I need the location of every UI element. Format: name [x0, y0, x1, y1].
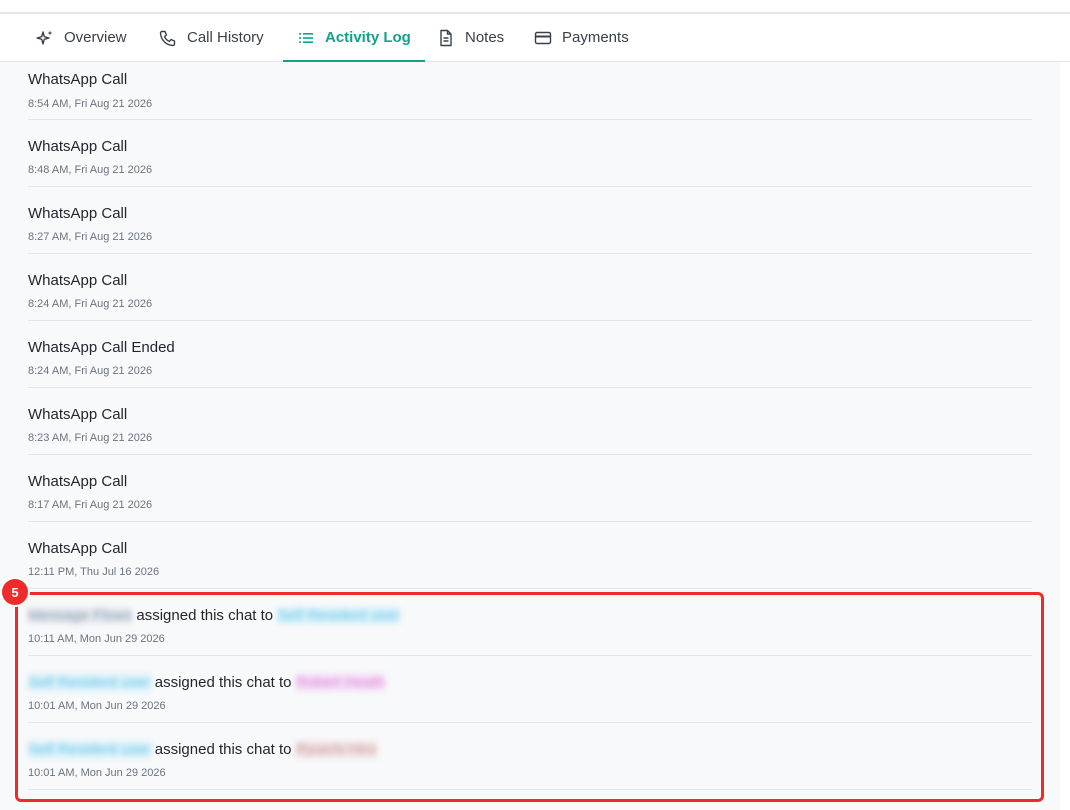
list-item: WhatsApp Call 8:24 AM, Fri Aug 21 2026 — [28, 254, 1032, 321]
activity-time: 10:01 AM, Mon Jun 29 2026 — [28, 767, 166, 779]
assignment-item: Self Resident user assigned this chat to… — [28, 656, 1032, 723]
activity-title: WhatsApp Call — [28, 205, 128, 222]
list-item: WhatsApp Call 12:11 PM, Thu Jul 16 2026 — [28, 522, 1032, 589]
assignment-title: Self Resident user assigned this chat to… — [28, 741, 377, 758]
list-item: WhatsApp Call 8:54 AM, Fri Aug 21 2026 — [28, 62, 1032, 120]
activity-time: 8:48 AM, Fri Aug 21 2026 — [28, 164, 153, 176]
assignment-item: Message Flows assigned this chat to Self… — [28, 589, 1032, 656]
tab-label: Payments — [562, 29, 629, 46]
activity-title: WhatsApp Call — [28, 71, 128, 88]
activity-title: WhatsApp Call — [28, 540, 128, 557]
tab-activity-log[interactable]: Activity Log — [283, 14, 425, 62]
actor-name: Self Resident user — [28, 741, 151, 758]
activity-title: WhatsApp Call — [28, 473, 128, 490]
tab-label: Call History — [187, 29, 264, 46]
activity-time: 8:17 AM, Fri Aug 21 2026 — [28, 499, 153, 511]
credit-card-icon — [534, 29, 552, 47]
phone-icon — [159, 29, 177, 47]
activity-time: 8:24 AM, Fri Aug 21 2026 — [28, 365, 153, 377]
activity-log-panel[interactable]: WhatsApp Call 8:54 AM, Fri Aug 21 2026 W… — [0, 62, 1061, 810]
scrollbar[interactable] — [1060, 62, 1070, 810]
assignee-name: Self Resident user — [277, 607, 400, 624]
tab-payments[interactable]: Payments — [534, 14, 629, 61]
tab-label: Activity Log — [325, 29, 411, 46]
tab-call-history[interactable]: Call History — [159, 14, 264, 61]
sparkle-icon — [36, 29, 54, 47]
activity-time: 8:27 AM, Fri Aug 21 2026 — [28, 231, 153, 243]
tab-overview[interactable]: Overview — [36, 14, 127, 61]
actor-name: Self Resident user — [28, 674, 151, 691]
activity-list: WhatsApp Call 8:54 AM, Fri Aug 21 2026 W… — [28, 62, 1032, 790]
assignee-name: Robert Heath — [295, 674, 385, 691]
list-item: WhatsApp Call 8:23 AM, Fri Aug 21 2026 — [28, 388, 1032, 455]
list-icon — [297, 29, 315, 47]
tab-bar: Overview Call History Activity Log Notes… — [0, 14, 1070, 62]
actor-name: Message Flows — [28, 607, 133, 624]
tab-label: Notes — [465, 29, 505, 46]
tab-label: Overview — [64, 29, 127, 46]
activity-title: WhatsApp Call Ended — [28, 339, 175, 356]
tab-notes[interactable]: Notes — [437, 14, 504, 61]
list-item: WhatsApp Call 8:48 AM, Fri Aug 21 2026 — [28, 120, 1032, 187]
activity-title: WhatsApp Call — [28, 272, 128, 289]
activity-title: WhatsApp Call — [28, 406, 128, 423]
assignment-text: assigned this chat to — [154, 674, 292, 691]
assignee-name: Ryuichi Hiro — [295, 741, 377, 758]
assignment-item: Self Resident user assigned this chat to… — [28, 723, 1032, 790]
assignment-text: assigned this chat to — [154, 741, 292, 758]
activity-time: 8:54 AM, Fri Aug 21 2026 — [28, 98, 153, 110]
activity-time: 8:23 AM, Fri Aug 21 2026 — [28, 432, 153, 444]
activity-time: 10:01 AM, Mon Jun 29 2026 — [28, 700, 166, 712]
activity-time: 12:11 PM, Thu Jul 16 2026 — [28, 566, 160, 578]
list-item: WhatsApp Call Ended 8:24 AM, Fri Aug 21 … — [28, 321, 1032, 388]
activity-time: 8:24 AM, Fri Aug 21 2026 — [28, 298, 153, 310]
list-item: WhatsApp Call 8:17 AM, Fri Aug 21 2026 — [28, 455, 1032, 522]
activity-time: 10:11 AM, Mon Jun 29 2026 — [28, 633, 165, 645]
assignment-title: Message Flows assigned this chat to Self… — [28, 607, 400, 624]
list-item: WhatsApp Call 8:27 AM, Fri Aug 21 2026 — [28, 187, 1032, 254]
annotation-badge: 5 — [2, 579, 28, 605]
assignment-text: assigned this chat to — [136, 607, 274, 624]
assignment-title: Self Resident user assigned this chat to… — [28, 674, 385, 691]
activity-title: WhatsApp Call — [28, 138, 128, 155]
document-icon — [437, 29, 455, 47]
